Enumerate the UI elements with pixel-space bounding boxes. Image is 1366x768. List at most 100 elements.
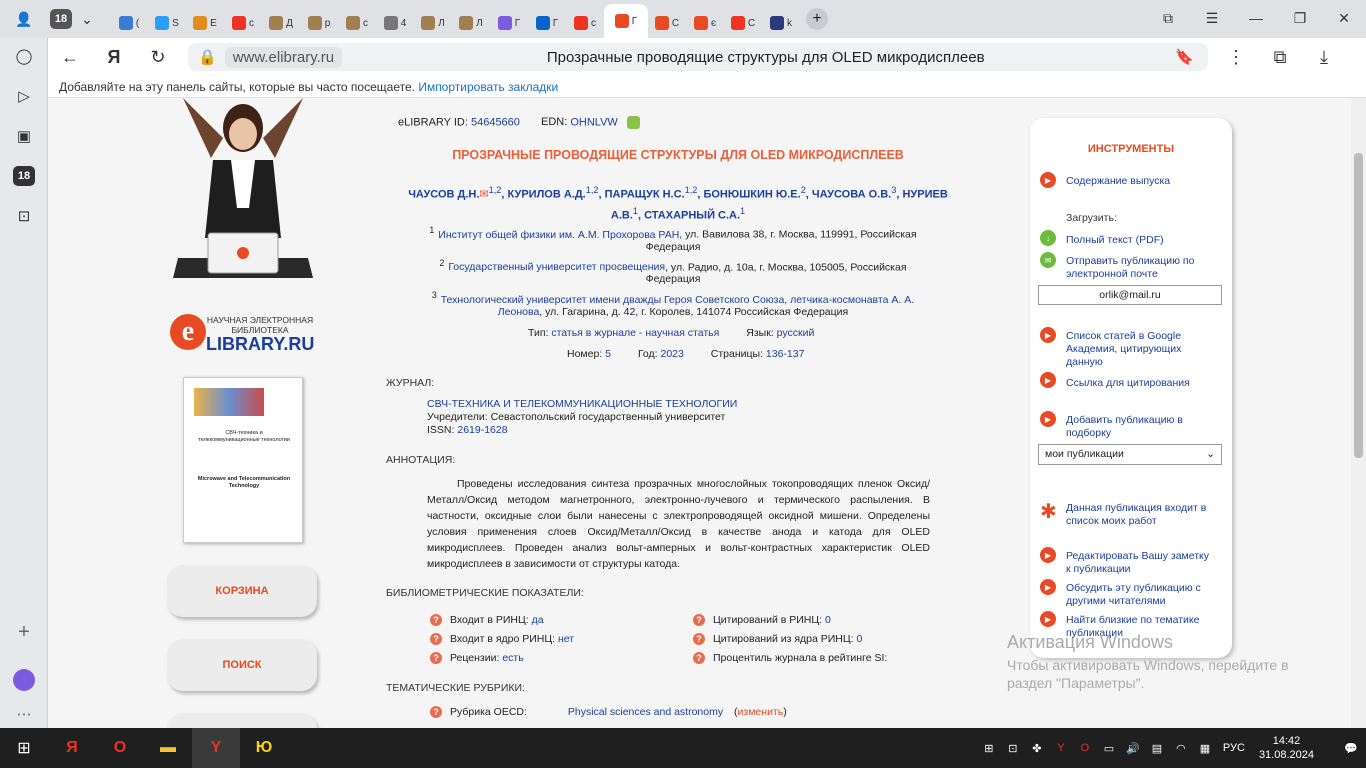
yandex-taskbar-icon[interactable]: Я bbox=[48, 728, 96, 768]
search-button[interactable]: ПОИСК bbox=[167, 639, 317, 691]
url-domain[interactable]: www.elibrary.ru bbox=[224, 46, 343, 68]
metric-cit-value[interactable]: 0 bbox=[825, 614, 831, 626]
affiliation-link[interactable]: Государственный университет просвещения bbox=[448, 261, 665, 273]
tray-icon[interactable]: ✤ bbox=[1025, 742, 1049, 755]
help-icon[interactable]: ? bbox=[693, 633, 705, 646]
cart-button[interactable]: КОРЗИНА bbox=[167, 565, 317, 617]
help-icon[interactable]: ? bbox=[693, 652, 705, 665]
browser-tab[interactable]: 4 bbox=[376, 8, 414, 38]
profile-icon[interactable]: 👤 bbox=[0, 6, 48, 32]
tray-icon[interactable]: ⊞ bbox=[977, 742, 1001, 755]
help-icon[interactable]: ? bbox=[430, 706, 442, 719]
wifi-icon[interactable]: ◠ bbox=[1169, 742, 1193, 755]
reload-icon[interactable]: ↻ bbox=[136, 47, 180, 68]
play-icon[interactable]: ▷ bbox=[12, 84, 36, 108]
new-tab-button[interactable]: + bbox=[806, 8, 828, 30]
tab-manager-icon[interactable]: ⧉ bbox=[1146, 10, 1190, 27]
tray-opera-icon[interactable]: O bbox=[1073, 742, 1097, 754]
issue-link[interactable]: 5 bbox=[605, 348, 611, 360]
metric-core-value[interactable]: нет bbox=[558, 633, 574, 645]
issn-link[interactable]: 2619-1628 bbox=[457, 424, 507, 436]
alice-icon[interactable] bbox=[12, 668, 36, 692]
tray-app-icon[interactable]: ▦ bbox=[1193, 742, 1217, 755]
yandex-browser-icon[interactable]: Y bbox=[192, 728, 240, 768]
browser-tab[interactable]: с bbox=[566, 8, 604, 38]
help-icon[interactable]: ? bbox=[430, 614, 442, 627]
more-icon[interactable]: ⋯ bbox=[12, 702, 36, 726]
more-options-icon[interactable]: ⋮ bbox=[1214, 47, 1258, 68]
affiliation-link[interactable]: Институт общей физики им. А.М. Прохорова… bbox=[438, 229, 679, 241]
author-link[interactable]: СТАХАРНЫЙ С.А. bbox=[644, 209, 740, 221]
citation-link[interactable]: Ссылка для цитирования bbox=[1066, 377, 1221, 390]
browser-tab[interactable]: с bbox=[338, 8, 376, 38]
screenshot-icon[interactable]: ⊡ bbox=[12, 204, 36, 228]
clock[interactable]: 14:42 31.08.2024 bbox=[1259, 734, 1314, 762]
browser-tab[interactable]: С bbox=[724, 8, 762, 38]
browser-tab[interactable]: S bbox=[148, 8, 186, 38]
extensions-icon[interactable]: ⧉ bbox=[1258, 47, 1302, 68]
my-works-link[interactable]: Данная публикация входит в список моих р… bbox=[1066, 502, 1216, 528]
opera-icon[interactable]: O bbox=[96, 728, 144, 768]
downloads-icon[interactable]: ⤓ bbox=[1302, 47, 1346, 68]
bookmark-icon[interactable]: 🔖 bbox=[1175, 48, 1194, 66]
yandex-icon[interactable]: Я bbox=[92, 47, 136, 68]
browser-tab[interactable]: Г bbox=[528, 8, 566, 38]
qr-icon[interactable] bbox=[626, 116, 640, 129]
browser-tab[interactable]: С bbox=[648, 8, 686, 38]
notifications-icon[interactable]: 💬 bbox=[1336, 742, 1366, 755]
scrollbar-thumb[interactable] bbox=[1354, 153, 1363, 458]
add-panel-icon[interactable]: + bbox=[12, 620, 36, 644]
tabs-dropdown-icon[interactable]: ⌄ bbox=[74, 6, 100, 32]
rubric-value-link[interactable]: Physical sciences and astronomy bbox=[568, 706, 723, 718]
edit-note-link[interactable]: Редактировать Вашу заметку к публикации bbox=[1066, 550, 1216, 576]
email-input[interactable]: orlik@mail.ru bbox=[1038, 285, 1222, 305]
journal-cover[interactable]: СВЧ-техника и телекоммуникационные техно… bbox=[183, 377, 303, 543]
restore-icon[interactable]: ❐ bbox=[1278, 10, 1322, 27]
page-title[interactable]: Прозрачные проводящие структуры для OLED… bbox=[356, 49, 1175, 66]
volume-icon[interactable]: 🔊 bbox=[1121, 742, 1145, 755]
page-scrollbar[interactable] bbox=[1351, 98, 1366, 728]
help-icon[interactable]: ? bbox=[430, 652, 442, 665]
browser-tab[interactable]: k bbox=[762, 8, 800, 38]
metric-rinc-value[interactable]: да bbox=[532, 614, 544, 626]
tray-icon[interactable]: ⊡ bbox=[1001, 742, 1025, 755]
year-link[interactable]: 2023 bbox=[661, 348, 684, 360]
author-link[interactable]: ЧАУСОВ Д.Н. bbox=[408, 189, 479, 201]
windows-start-icon[interactable]: ⊞ bbox=[0, 728, 48, 768]
browser-tab[interactable]: Г bbox=[604, 4, 648, 38]
google-scholar-link[interactable]: Список статей в Google Академия, цитирую… bbox=[1066, 330, 1206, 369]
issue-contents-link[interactable]: Содержание выпуска bbox=[1066, 175, 1170, 188]
address-bar[interactable]: 🔒 www.elibrary.ru Прозрачные проводящие … bbox=[188, 43, 1208, 71]
browser-tab[interactable]: Г bbox=[490, 8, 528, 38]
import-bookmarks-link[interactable]: Импортировать закладки bbox=[418, 80, 558, 94]
send-email-link[interactable]: Отправить публикацию по электронной почт… bbox=[1066, 255, 1221, 281]
network-icon[interactable]: ▤ bbox=[1145, 742, 1169, 755]
edn-link[interactable]: OHNLVW bbox=[570, 116, 617, 128]
metric-citcore-value[interactable]: 0 bbox=[856, 633, 862, 645]
home-icon[interactable]: ◯ bbox=[12, 44, 36, 68]
browser-tab[interactable]: с bbox=[224, 8, 262, 38]
tabs-count-badge[interactable]: 18 bbox=[12, 164, 36, 188]
tabs-counter[interactable]: 18 bbox=[48, 6, 74, 32]
browser-tab[interactable]: E bbox=[186, 8, 224, 38]
close-icon[interactable]: ✕ bbox=[1322, 10, 1366, 27]
browser-tab[interactable]: р bbox=[300, 8, 338, 38]
collection-select[interactable]: мои публикации ⌄ bbox=[1038, 444, 1222, 465]
discuss-link[interactable]: Обсудить эту публикацию с другими читате… bbox=[1066, 582, 1216, 608]
author-link[interactable]: ПАРАЩУК Н.С. bbox=[605, 189, 685, 201]
fulltext-pdf-link[interactable]: Полный текст (PDF) bbox=[1066, 234, 1221, 247]
browser-tab[interactable]: Д bbox=[262, 8, 300, 38]
browser-tab[interactable]: ( bbox=[110, 8, 148, 38]
help-icon[interactable]: ? bbox=[693, 614, 705, 627]
tray-battery-icon[interactable]: ▭ bbox=[1097, 742, 1121, 755]
file-explorer-icon[interactable]: ▬ bbox=[144, 728, 192, 768]
author-link[interactable]: БОНЮШКИН Ю.Е. bbox=[703, 189, 800, 201]
author-link[interactable]: ЧАУСОВА О.В. bbox=[812, 189, 891, 201]
browser-tab[interactable]: є bbox=[686, 8, 724, 38]
journal-link[interactable]: СВЧ-ТЕХНИКА И ТЕЛЕКОММУНИКАЦИОННЫЕ ТЕХНО… bbox=[427, 398, 737, 410]
language-indicator[interactable]: РУС bbox=[1223, 742, 1245, 754]
browser-tab[interactable]: Л bbox=[452, 8, 490, 38]
tray-yandex-icon[interactable]: Y bbox=[1049, 742, 1073, 754]
metric-reviews-value[interactable]: есть bbox=[502, 652, 523, 664]
help-icon[interactable]: ? bbox=[430, 633, 442, 646]
